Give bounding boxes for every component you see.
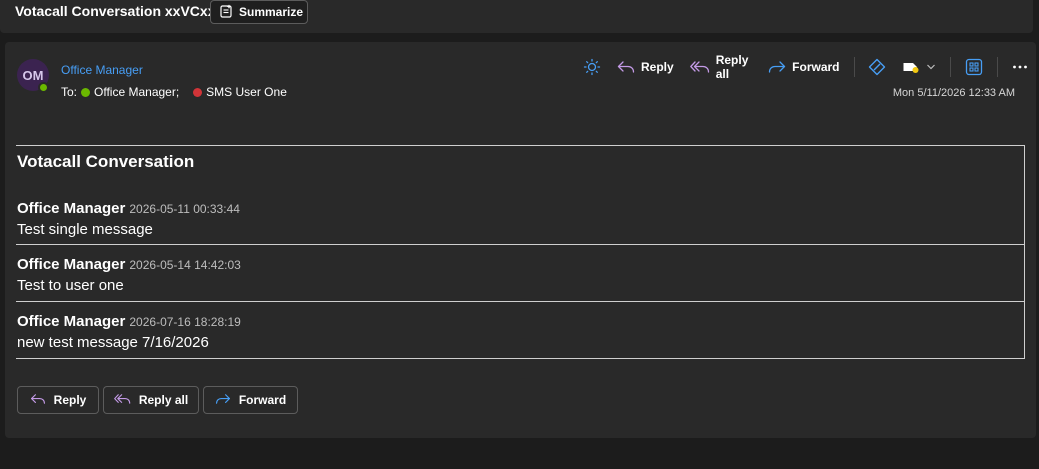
reply-all-button[interactable]: Reply all bbox=[682, 53, 760, 81]
message-time: 2026-07-16 18:28:19 bbox=[129, 315, 241, 329]
sender-name[interactable]: Office Manager bbox=[61, 63, 143, 77]
message-row: Office Manager 2026-07-16 18:28:19 new te… bbox=[16, 301, 1024, 358]
tag-button[interactable] bbox=[860, 56, 894, 78]
label-tag-icon bbox=[902, 60, 920, 74]
forward-arrow-icon bbox=[768, 60, 786, 74]
brightness-button[interactable] bbox=[575, 56, 609, 78]
toolbar-divider bbox=[950, 57, 952, 77]
summarize-button[interactable]: Summarize bbox=[210, 0, 308, 24]
forward-arrow-icon bbox=[215, 393, 231, 408]
message-author: Office Manager 2026-05-11 00:33:44 bbox=[17, 200, 240, 217]
recipients-line: To: Office Manager; SMS User One bbox=[61, 85, 287, 99]
message-author: Office Manager 2026-05-14 14:42:03 bbox=[17, 256, 241, 273]
more-options-button[interactable] bbox=[1004, 56, 1036, 78]
author-name: Office Manager bbox=[17, 256, 126, 273]
tag-icon bbox=[868, 58, 886, 76]
reply-button[interactable]: Reply bbox=[609, 56, 682, 78]
message-row: Office Manager 2026-05-14 14:42:03 Test t… bbox=[16, 244, 1024, 301]
message-text: Test single message bbox=[17, 221, 153, 238]
email-date: Mon 5/11/2026 12:33 AM bbox=[892, 87, 1015, 99]
to-label: To: bbox=[61, 85, 78, 99]
reply-all-label: Reply all bbox=[715, 53, 749, 81]
email-subject: Votacall Conversation xxVCxx bbox=[15, 3, 216, 19]
recipient-sms-user-one[interactable]: SMS User One bbox=[206, 85, 287, 99]
reply-all-arrow-icon bbox=[113, 393, 131, 408]
apps-grid-icon bbox=[965, 58, 983, 76]
footer-reply-all-button[interactable]: Reply all bbox=[103, 386, 199, 414]
chevron-down-icon bbox=[926, 63, 936, 71]
top-bar: Votacall Conversation xxVCxx Summarize bbox=[0, 0, 1033, 33]
categorize-dropdown[interactable] bbox=[894, 56, 944, 78]
reply-arrow-icon bbox=[30, 393, 46, 408]
message-time: 2026-05-14 14:42:03 bbox=[129, 258, 241, 272]
presence-busy-icon bbox=[193, 87, 203, 97]
summarize-label: Summarize bbox=[239, 5, 304, 19]
footer-reply-all-label: Reply all bbox=[138, 393, 189, 407]
reply-label: Reply bbox=[641, 60, 674, 74]
author-name: Office Manager bbox=[17, 313, 126, 330]
footer-reply-button[interactable]: Reply bbox=[17, 386, 99, 414]
presence-available-icon bbox=[81, 87, 91, 97]
message-row: Office Manager 2026-05-11 00:33:44 Test s… bbox=[16, 187, 1024, 244]
message-text: new test message 7/16/2026 bbox=[17, 334, 209, 351]
toolbar-divider bbox=[853, 57, 855, 77]
reply-arrow-icon bbox=[617, 60, 635, 74]
message-time: 2026-05-11 00:33:44 bbox=[129, 202, 240, 216]
message-author: Office Manager 2026-07-16 18:28:19 bbox=[17, 313, 241, 330]
message-text: Test to user one bbox=[17, 277, 124, 294]
recipient-office-manager[interactable]: Office Manager; bbox=[94, 85, 179, 99]
conversation-table: Votacall Conversation Office Manager 2026… bbox=[16, 145, 1025, 359]
footer-forward-label: Forward bbox=[238, 393, 287, 407]
toolbar-divider bbox=[997, 57, 998, 77]
sun-icon bbox=[583, 58, 601, 76]
footer-reply-label: Reply bbox=[53, 393, 87, 407]
forward-label: Forward bbox=[792, 60, 840, 74]
footer-actions: Reply Reply all Forward bbox=[17, 386, 298, 414]
presence-available-icon bbox=[38, 82, 49, 93]
email-card: OM Office Manager To: Office Manager; SM… bbox=[5, 42, 1036, 438]
forward-button[interactable]: Forward bbox=[760, 56, 847, 78]
action-toolbar: Reply Reply all Forward bbox=[575, 53, 1036, 81]
more-options-icon bbox=[1012, 64, 1028, 70]
apps-button[interactable] bbox=[957, 56, 991, 78]
footer-forward-button[interactable]: Forward bbox=[203, 386, 298, 414]
summarize-icon bbox=[219, 4, 233, 21]
conversation-title: Votacall Conversation bbox=[17, 152, 195, 171]
author-name: Office Manager bbox=[17, 200, 126, 217]
reply-all-arrow-icon bbox=[689, 60, 710, 74]
